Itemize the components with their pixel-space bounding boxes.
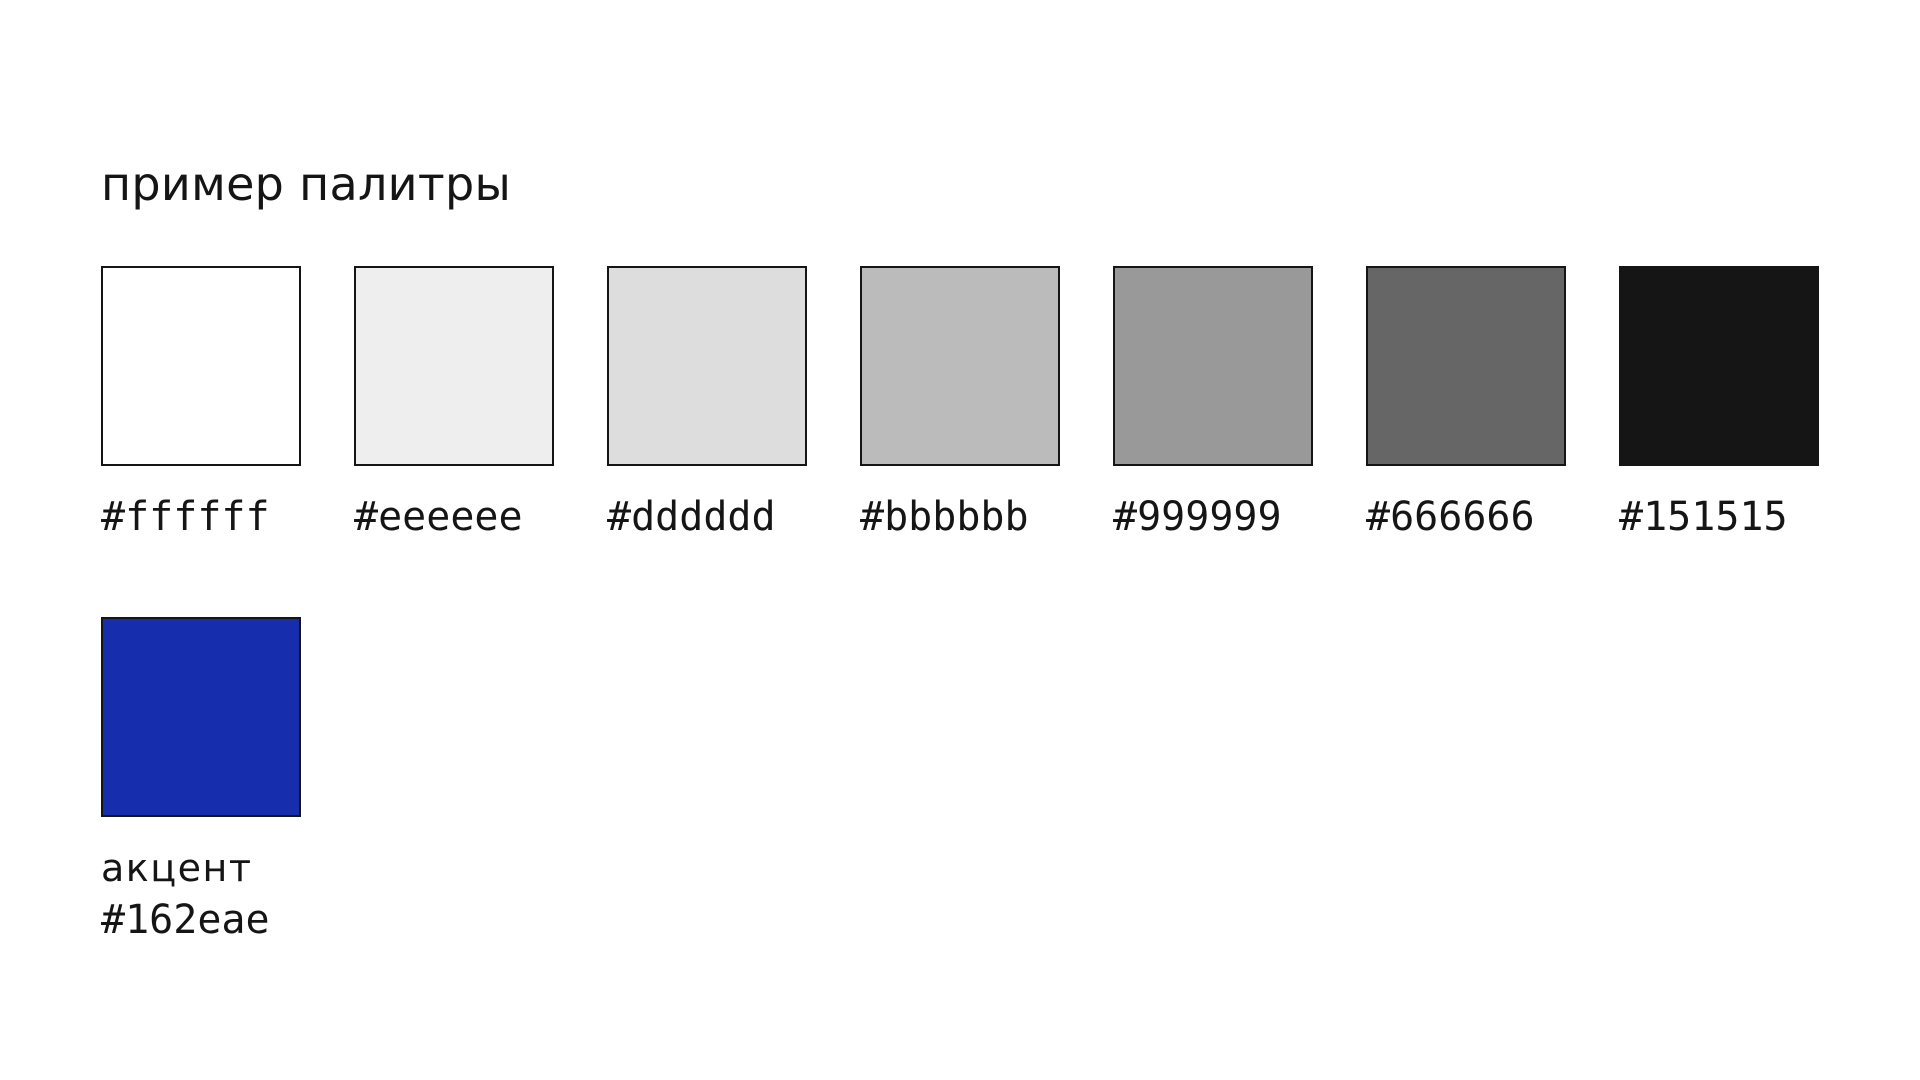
swatch-near-black: #151515 <box>1619 266 1819 543</box>
swatch-gray-d: #dddddd <box>607 266 807 543</box>
color-chip <box>354 266 554 466</box>
hex-label: #151515 <box>1619 494 1788 540</box>
hex-label: #dddddd <box>607 494 776 540</box>
color-chip <box>607 266 807 466</box>
color-chip <box>1619 266 1819 466</box>
swatch-gray-6: #666666 <box>1366 266 1566 543</box>
hex-label: #eeeeee <box>354 494 523 540</box>
hex-label: #bbbbbb <box>860 494 1029 540</box>
hex-label: #999999 <box>1113 494 1282 540</box>
swatch-gray-b: #bbbbbb <box>860 266 1060 543</box>
color-chip <box>101 266 301 466</box>
color-chip <box>101 617 301 817</box>
hex-label: #162eae <box>101 897 270 943</box>
swatch-accent: акцент #162eae <box>101 617 301 946</box>
swatch-gray-9: #999999 <box>1113 266 1313 543</box>
hex-label: #ffffff <box>101 494 270 540</box>
accent-name: акцент <box>101 846 253 890</box>
hex-label: #666666 <box>1366 494 1535 540</box>
color-chip <box>1366 266 1566 466</box>
page-title: пример палитры <box>101 157 512 211</box>
accent-label: акцент #162eae <box>101 842 301 946</box>
color-chip <box>860 266 1060 466</box>
swatch-white: #ffffff <box>101 266 301 543</box>
swatch-light-gray: #eeeeee <box>354 266 554 543</box>
color-chip <box>1113 266 1313 466</box>
